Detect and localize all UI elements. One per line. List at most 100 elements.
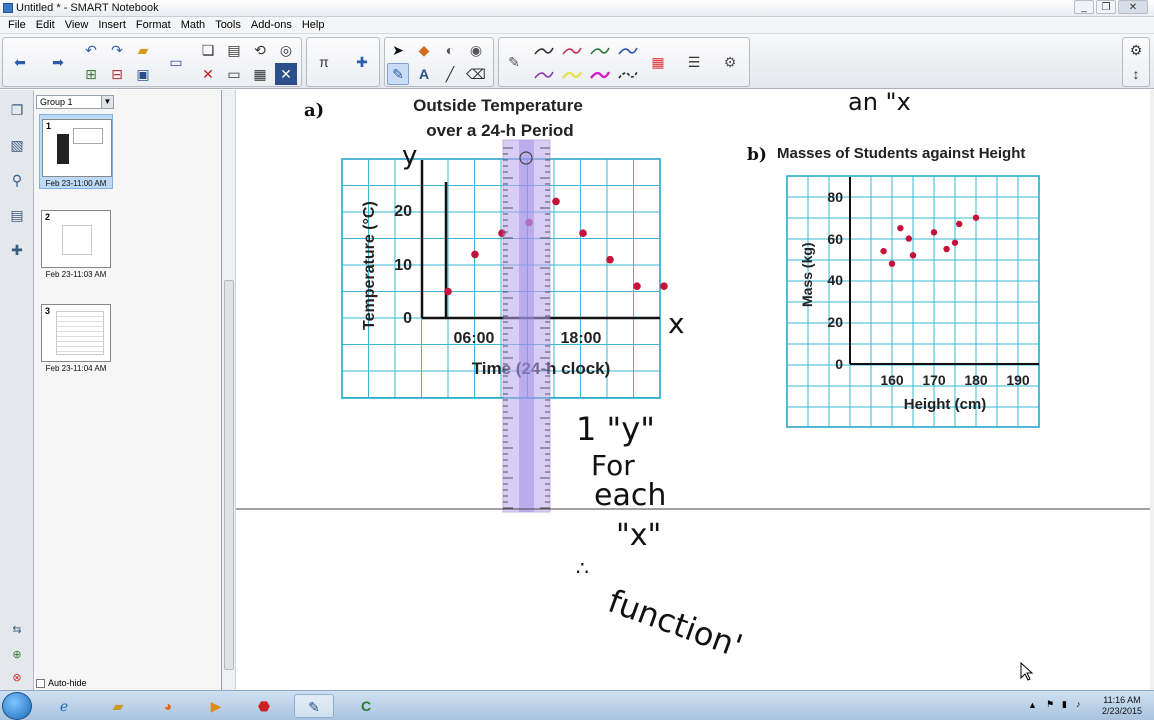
menu-addons[interactable]: Add-ons: [246, 17, 297, 33]
line-width-icon[interactable]: ☰: [683, 51, 705, 73]
line-icon[interactable]: ╱: [439, 63, 461, 85]
properties-tab-icon[interactable]: ▤: [5, 203, 29, 227]
autohide-checkbox[interactable]: Auto-hide: [36, 678, 87, 688]
thumbnail-content: [57, 134, 69, 164]
pen-style-dark-icon[interactable]: [533, 44, 555, 58]
action-center-icon[interactable]: ⚑: [1046, 699, 1054, 710]
network-icon[interactable]: ▮: [1062, 699, 1067, 710]
pen-style-yellow-icon[interactable]: [561, 68, 583, 82]
screen-shade-icon[interactable]: ▭: [165, 51, 187, 73]
text-icon[interactable]: A: [413, 63, 435, 85]
fill-icon[interactable]: ◉: [465, 39, 487, 61]
remove-icon[interactable]: ⊗: [5, 666, 29, 690]
redo-icon[interactable]: ↷: [106, 39, 128, 61]
graph-b-xtick: 180: [964, 372, 988, 388]
menu-format[interactable]: Format: [131, 17, 176, 33]
save-icon[interactable]: ▣: [132, 63, 154, 85]
next-page-icon[interactable]: ➡: [47, 51, 69, 73]
notebook-page[interactable]: an "x a) Outside Temperature over a 24-h…: [236, 90, 1154, 690]
pen-icon[interactable]: ✎: [503, 51, 525, 73]
tray-arrow-icon[interactable]: ▲: [1028, 700, 1037, 710]
add-page-icon[interactable]: ⊞: [80, 63, 102, 85]
pen-style-magenta-icon[interactable]: [589, 68, 611, 82]
close-icon[interactable]: ✕: [275, 63, 297, 85]
select-arrow-icon[interactable]: ➤: [387, 39, 409, 61]
autohide-label: Auto-hide: [48, 678, 87, 688]
previous-page-icon[interactable]: ⬅: [9, 51, 31, 73]
menu-view[interactable]: View: [60, 17, 94, 33]
graph-a-xtick: 06:00: [454, 330, 495, 347]
page-thumbnail-1[interactable]: 1 Feb 23-11:00 AM: [39, 114, 113, 189]
fullscreen-icon[interactable]: ▭: [223, 63, 245, 85]
page-sorter: Group 1 ▼ 1 Feb 23-11:00 AM 2 Feb 23-11:…: [34, 90, 222, 690]
scrollbar-thumb[interactable]: [224, 280, 234, 670]
gallery-tab-icon[interactable]: ▧: [5, 133, 29, 157]
attachments-tab-icon[interactable]: ⚲: [5, 168, 29, 192]
data-point: [606, 255, 614, 264]
menu-insert[interactable]: Insert: [93, 17, 131, 33]
clock[interactable]: 11:16 AM 2/23/2015: [1102, 695, 1142, 717]
eraser-icon[interactable]: ⌫: [465, 63, 487, 85]
thumbnail-preview: 3: [41, 304, 111, 362]
group-select[interactable]: Group 1 ▼: [36, 95, 114, 109]
media-player-icon[interactable]: ▶: [196, 694, 236, 718]
open-file-icon[interactable]: ▰: [132, 39, 154, 61]
page-content: an "x a) Outside Temperature over a 24-h…: [236, 90, 1152, 681]
ruler-tool[interactable]: [502, 139, 551, 513]
ink-therefore: ∴: [576, 556, 589, 580]
data-point: [909, 252, 917, 259]
page-scrollbar[interactable]: [222, 90, 236, 690]
paste-icon[interactable]: ❏: [197, 39, 219, 61]
menu-tools[interactable]: Tools: [210, 17, 246, 33]
camtasia-icon[interactable]: C: [346, 694, 386, 718]
shapes-icon[interactable]: ◆: [413, 39, 435, 61]
delete-page-icon[interactable]: ⊟: [106, 63, 128, 85]
toolbar-group-math: π ✚: [306, 37, 380, 87]
adobe-reader-icon[interactable]: ⬣: [244, 694, 284, 718]
menu-help[interactable]: Help: [297, 17, 330, 33]
settings-gear-icon[interactable]: ⚙: [1125, 39, 1147, 61]
volume-icon[interactable]: ♪: [1076, 699, 1081, 709]
pin-icon[interactable]: ⊕: [5, 643, 29, 667]
capture-icon[interactable]: ▤: [223, 39, 245, 61]
chevron-down-icon: ▼: [101, 96, 113, 108]
internet-explorer-icon[interactable]: ℯ: [44, 694, 84, 718]
page-sorter-tab-icon[interactable]: ❐: [5, 98, 29, 122]
table-icon[interactable]: ▦: [249, 63, 271, 85]
collapse-icon[interactable]: ⇆: [5, 618, 29, 642]
window-title: Untitled * - SMART Notebook: [16, 2, 159, 14]
math-icon[interactable]: π: [313, 51, 335, 73]
maximize-button[interactable]: ❐: [1096, 0, 1116, 14]
menu-math[interactable]: Math: [176, 17, 210, 33]
data-point: [897, 224, 904, 232]
pen-style-blue-icon[interactable]: [617, 44, 639, 58]
file-explorer-icon[interactable]: ▰: [98, 694, 138, 718]
pen-style-purple-icon[interactable]: [533, 68, 555, 82]
menu-file[interactable]: File: [3, 17, 31, 33]
start-button[interactable]: [2, 692, 32, 720]
pen-style-red-icon[interactable]: [561, 44, 583, 58]
addons-tab-icon[interactable]: ✚: [5, 238, 29, 262]
graph-a-ytick: 0: [403, 310, 412, 327]
graph-b-ytick: 80: [827, 189, 843, 205]
graph-b-xtick: 160: [880, 372, 904, 388]
puzzle-icon[interactable]: ✚: [351, 51, 373, 73]
refresh-icon[interactable]: ⟲: [249, 39, 271, 61]
pen-style-green-icon[interactable]: [589, 44, 611, 58]
screen-capture-icon[interactable]: ◎: [275, 39, 297, 61]
firefox-icon[interactable]: ◕: [148, 694, 188, 718]
pens-icon[interactable]: ✎: [387, 63, 409, 85]
color-palette-icon[interactable]: ▦: [647, 51, 669, 73]
undo-icon[interactable]: ↶: [80, 39, 102, 61]
close-button[interactable]: ✕: [1118, 0, 1148, 14]
page-thumbnail-2[interactable]: 2 Feb 23-11:03 AM: [39, 210, 113, 279]
pen-style-dashed-icon[interactable]: [617, 68, 639, 82]
eraser-tool-icon[interactable]: ◐: [439, 39, 461, 61]
smart-notebook-icon[interactable]: ✎: [294, 694, 334, 718]
page-thumbnail-3[interactable]: 3 Feb 23-11:04 AM: [39, 304, 113, 373]
properties-icon[interactable]: ⚙: [719, 51, 741, 73]
move-toolbar-icon[interactable]: ↕: [1125, 63, 1147, 85]
delete-icon[interactable]: ✕: [197, 63, 219, 85]
menu-edit[interactable]: Edit: [31, 17, 60, 33]
minimize-button[interactable]: _: [1074, 0, 1094, 14]
